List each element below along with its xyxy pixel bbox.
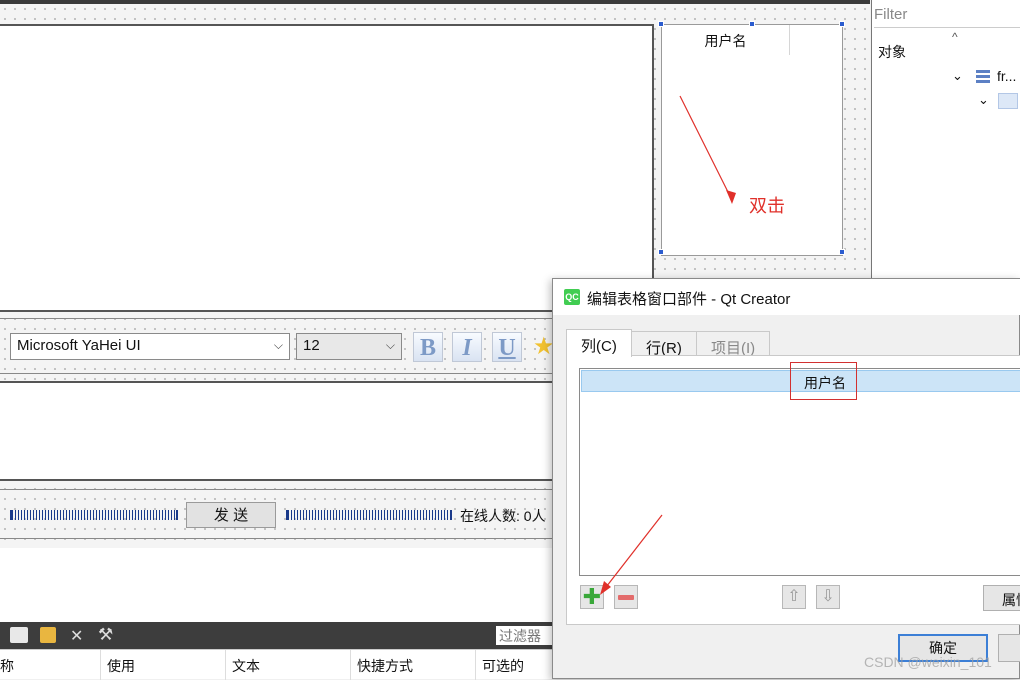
layout-icon <box>976 70 990 84</box>
move-up-button[interactable]: ⇧ <box>782 585 806 609</box>
object-header: 对象 <box>878 44 906 60</box>
column-header[interactable]: 称 <box>0 656 100 676</box>
qt-creator-icon: QC <box>564 289 580 305</box>
chevron-down-icon: ⌵ <box>385 338 395 352</box>
resize-handle[interactable] <box>658 21 664 27</box>
tab-rows[interactable]: 行(R) <box>631 331 697 357</box>
table-header-label: 用户名 <box>704 33 747 49</box>
resize-handle[interactable] <box>839 21 845 27</box>
font-combobox-value: Microsoft YaHei UI <box>17 337 141 354</box>
dialog-title: 编辑表格窗口部件 - Qt Creator <box>587 291 791 308</box>
action-filter-input[interactable]: 过滤器 <box>496 626 560 645</box>
column-header[interactable]: 可选的 <box>475 650 560 680</box>
properties-button[interactable]: 属性 <box>983 585 1020 611</box>
underline-button[interactable]: U <box>492 332 522 362</box>
action-editor-toolbar: ✕ ⚒ 过滤器 <box>0 622 560 649</box>
sort-indicator-icon: ^ <box>952 30 958 44</box>
tab-items[interactable]: 项目(I) <box>696 331 771 357</box>
resize-handle[interactable] <box>749 21 755 27</box>
action-editor-header: 称 使用 文本 快捷方式 可选的 <box>0 649 560 680</box>
column-header[interactable]: 使用 <box>100 650 224 680</box>
resize-handle[interactable] <box>839 249 845 255</box>
properties-button-label: 属性 <box>1002 592 1020 608</box>
font-combobox[interactable]: Microsoft YaHei UI ⌵ <box>10 333 290 360</box>
annotation-text: 双击 <box>749 196 785 217</box>
message-input[interactable] <box>0 381 556 481</box>
move-down-button[interactable]: ⇩ <box>816 585 840 609</box>
delete-icon[interactable]: ✕ <box>70 626 83 646</box>
format-toolbar: Microsoft YaHei UI ⌵ 12 ⌵ B I U ★ <box>0 318 560 374</box>
widget-icon <box>998 93 1018 109</box>
send-button-label: 发 送 <box>213 507 249 524</box>
italic-button[interactable]: I <box>452 332 482 362</box>
resize-handle[interactable] <box>658 249 664 255</box>
table-header[interactable]: 用户名 <box>662 25 790 55</box>
tree-item-label[interactable]: fr... <box>997 68 1016 84</box>
tab-columns[interactable]: 列(C) <box>566 329 632 357</box>
dialog-titlebar: QC 编辑表格窗口部件 - Qt Creator <box>553 279 1020 315</box>
chat-display[interactable] <box>0 24 654 312</box>
edit-table-dialog: QC 编辑表格窗口部件 - Qt Creator 列(C) 行(R) 项目(I)… <box>552 278 1020 679</box>
cancel-button[interactable] <box>998 634 1020 662</box>
settings-wrench-icon[interactable]: ⚒ <box>98 625 113 645</box>
watermark: CSDN @weixin_101 <box>864 654 992 670</box>
column-header[interactable]: 文本 <box>225 650 349 680</box>
send-button[interactable]: 发 送 <box>186 502 276 528</box>
tree-expand-icon[interactable]: ⌄ <box>978 92 989 108</box>
size-combobox-value: 12 <box>303 337 320 354</box>
horizontal-spacer <box>10 510 178 520</box>
copy-icon[interactable] <box>40 627 56 643</box>
filter-input[interactable]: Filter <box>874 6 1020 28</box>
chevron-down-icon: ⌵ <box>273 338 283 352</box>
form-bottom-area <box>0 548 560 622</box>
bold-button[interactable]: B <box>413 332 443 362</box>
horizontal-spacer <box>286 510 452 520</box>
highlight-box <box>790 362 857 400</box>
online-count-label: 在线人数: 0人 <box>460 508 546 524</box>
size-combobox[interactable]: 12 ⌵ <box>296 333 402 360</box>
send-row: 发 送 在线人数: 0人 <box>0 489 560 539</box>
column-header[interactable]: 快捷方式 <box>350 650 474 680</box>
action-filter-placeholder: 过滤器 <box>499 628 541 644</box>
annotation-arrow <box>600 514 663 595</box>
tree-expand-icon[interactable]: ⌄ <box>952 68 963 84</box>
annotation-arrow <box>679 95 736 204</box>
new-action-icon[interactable] <box>10 627 28 643</box>
